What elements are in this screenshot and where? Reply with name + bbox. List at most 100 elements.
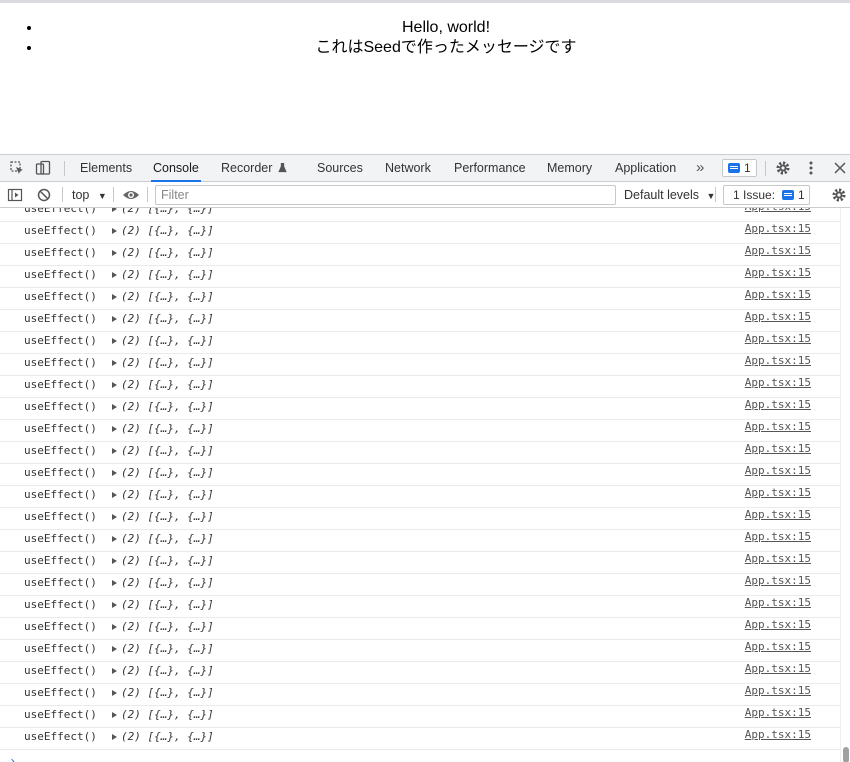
message-value[interactable]: (2) [{…}, {…}] [121, 312, 214, 326]
message-value[interactable]: (2) [{…}, {…}] [121, 422, 214, 436]
expand-triangle-icon[interactable] [112, 646, 117, 652]
message-value[interactable]: (2) [{…}, {…}] [121, 378, 214, 392]
console-scrollbar[interactable] [840, 208, 850, 762]
console-prompt[interactable]: › [0, 750, 840, 762]
chevron-double-right-icon[interactable]: » [694, 155, 706, 181]
source-link[interactable]: App.tsx:15 [745, 442, 811, 456]
source-link[interactable]: App.tsx:15 [745, 464, 811, 478]
expand-triangle-icon[interactable] [112, 404, 117, 410]
expand-triangle-icon[interactable] [112, 338, 117, 344]
expand-triangle-icon[interactable] [112, 316, 117, 322]
source-link[interactable]: App.tsx:15 [745, 376, 811, 390]
source-link[interactable]: App.tsx:15 [745, 728, 811, 742]
source-link[interactable]: App.tsx:15 [745, 222, 811, 236]
eye-icon[interactable] [122, 187, 140, 203]
message-value[interactable]: (2) [{…}, {…}] [121, 510, 214, 524]
tab-network[interactable]: Network [383, 155, 433, 181]
source-link[interactable]: App.tsx:15 [745, 662, 811, 676]
clear-console-icon[interactable] [36, 187, 52, 203]
expand-triangle-icon[interactable] [112, 228, 117, 234]
message-value[interactable]: (2) [{…}, {…}] [121, 642, 214, 656]
source-link[interactable]: App.tsx:15 [745, 288, 811, 302]
issues-badge[interactable]: 1 [722, 159, 757, 177]
context-select[interactable]: top ▼ [72, 182, 107, 208]
source-link[interactable]: App.tsx:15 [745, 508, 811, 522]
source-link[interactable]: App.tsx:15 [745, 354, 811, 368]
message-value[interactable]: (2) [{…}, {…}] [121, 686, 214, 700]
scrollbar-thumb[interactable] [843, 747, 849, 762]
message-value[interactable]: (2) [{…}, {…}] [121, 620, 214, 634]
expand-triangle-icon[interactable] [112, 514, 117, 520]
message-value[interactable]: (2) [{…}, {…}] [121, 208, 214, 216]
message-value[interactable]: (2) [{…}, {…}] [121, 224, 214, 238]
source-link[interactable]: App.tsx:15 [745, 574, 811, 588]
message-value[interactable]: (2) [{…}, {…}] [121, 488, 214, 502]
expand-triangle-icon[interactable] [112, 668, 117, 674]
expand-triangle-icon[interactable] [112, 558, 117, 564]
expand-triangle-icon[interactable] [112, 624, 117, 630]
close-icon[interactable] [832, 160, 848, 176]
issues-button[interactable]: 1 Issue: 1 [723, 185, 810, 205]
inspect-icon[interactable] [9, 160, 25, 176]
expand-triangle-icon[interactable] [112, 360, 117, 366]
source-link[interactable]: App.tsx:15 [745, 244, 811, 258]
source-link[interactable]: App.tsx:15 [745, 706, 811, 720]
expand-triangle-icon[interactable] [112, 712, 117, 718]
expand-triangle-icon[interactable] [112, 580, 117, 586]
expand-triangle-icon[interactable] [112, 250, 117, 256]
gear-icon[interactable] [775, 160, 791, 176]
source-link[interactable]: App.tsx:15 [745, 420, 811, 434]
message-value[interactable]: (2) [{…}, {…}] [121, 246, 214, 260]
source-link[interactable]: App.tsx:15 [745, 596, 811, 610]
message-value[interactable]: (2) [{…}, {…}] [121, 598, 214, 612]
expand-triangle-icon[interactable] [112, 448, 117, 454]
gear-icon[interactable] [831, 187, 847, 203]
expand-triangle-icon[interactable] [112, 426, 117, 432]
expand-triangle-icon[interactable] [112, 602, 117, 608]
source-link[interactable]: App.tsx:15 [745, 684, 811, 698]
message-value[interactable]: (2) [{…}, {…}] [121, 268, 214, 282]
tab-console[interactable]: Console [151, 155, 201, 182]
source-link[interactable]: App.tsx:15 [745, 530, 811, 544]
expand-triangle-icon[interactable] [112, 382, 117, 388]
message-value[interactable]: (2) [{…}, {…}] [121, 466, 214, 480]
tab-memory[interactable]: Memory [545, 155, 594, 181]
source-link[interactable]: App.tsx:15 [745, 640, 811, 654]
message-value[interactable]: (2) [{…}, {…}] [121, 708, 214, 722]
expand-triangle-icon[interactable] [112, 734, 117, 740]
tab-performance[interactable]: Performance [452, 155, 528, 181]
message-value[interactable]: (2) [{…}, {…}] [121, 576, 214, 590]
message-value[interactable]: (2) [{…}, {…}] [121, 554, 214, 568]
source-link[interactable]: App.tsx:15 [745, 332, 811, 346]
tab-elements[interactable]: Elements [78, 155, 134, 181]
message-value[interactable]: (2) [{…}, {…}] [121, 532, 214, 546]
expand-triangle-icon[interactable] [112, 492, 117, 498]
source-link[interactable]: App.tsx:15 [745, 486, 811, 500]
expand-triangle-icon[interactable] [112, 272, 117, 278]
source-link[interactable]: App.tsx:15 [745, 618, 811, 632]
tab-application[interactable]: Application [613, 155, 678, 181]
log-levels-select[interactable]: Default levels ▼ [624, 182, 715, 208]
message-value[interactable]: (2) [{…}, {…}] [121, 730, 214, 744]
expand-triangle-icon[interactable] [112, 690, 117, 696]
source-link[interactable]: App.tsx:15 [745, 398, 811, 412]
kebab-menu-icon[interactable] [803, 160, 819, 176]
expand-triangle-icon[interactable] [112, 536, 117, 542]
message-value[interactable]: (2) [{…}, {…}] [121, 290, 214, 304]
source-link[interactable]: App.tsx:15 [745, 208, 811, 214]
message-value[interactable]: (2) [{…}, {…}] [121, 356, 214, 370]
message-value[interactable]: (2) [{…}, {…}] [121, 664, 214, 678]
source-link[interactable]: App.tsx:15 [745, 310, 811, 324]
sidebar-toggle-icon[interactable] [7, 187, 23, 203]
expand-triangle-icon[interactable] [112, 470, 117, 476]
tab-sources[interactable]: Sources [315, 155, 365, 181]
expand-triangle-icon[interactable] [112, 294, 117, 300]
source-link[interactable]: App.tsx:15 [745, 552, 811, 566]
tab-recorder[interactable]: Recorder [219, 155, 289, 181]
expand-triangle-icon[interactable] [112, 208, 117, 212]
source-link[interactable]: App.tsx:15 [745, 266, 811, 280]
device-toggle-icon[interactable] [35, 160, 51, 176]
message-value[interactable]: (2) [{…}, {…}] [121, 400, 214, 414]
filter-input[interactable]: Filter [155, 185, 616, 205]
message-value[interactable]: (2) [{…}, {…}] [121, 334, 214, 348]
